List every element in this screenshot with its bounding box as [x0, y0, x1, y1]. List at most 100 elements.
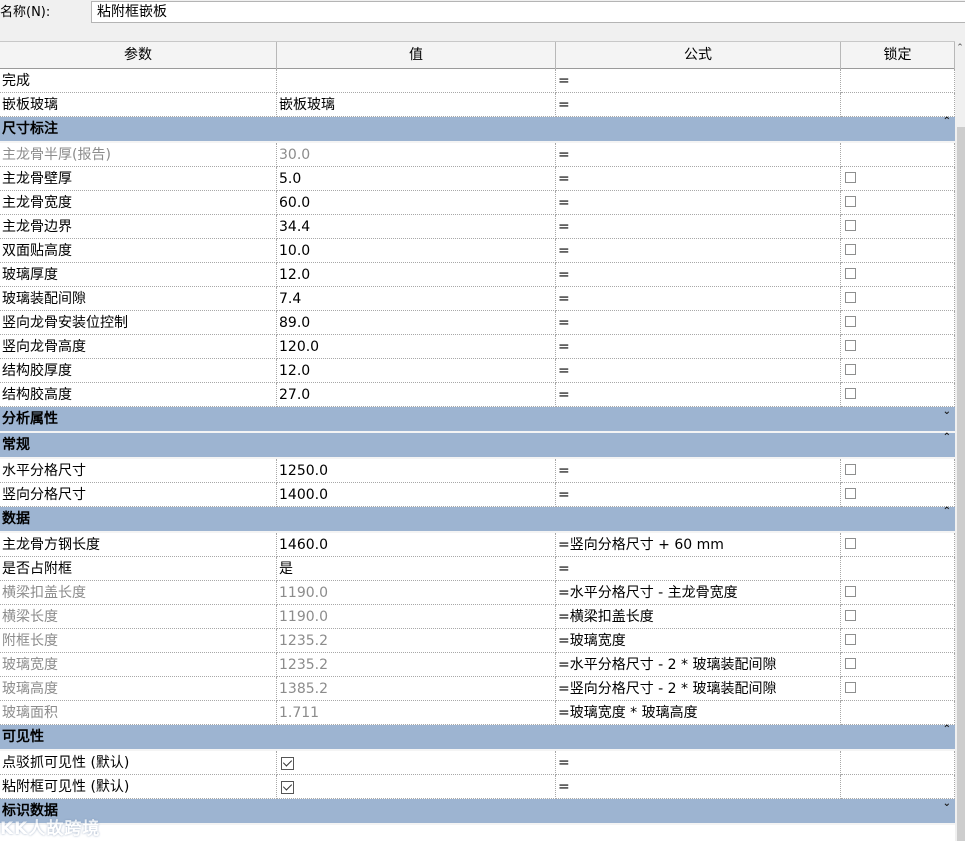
- group-header[interactable]: 分析属性 ⌄: [0, 405, 955, 433]
- lock-checkbox[interactable]: [845, 220, 856, 231]
- param-value-cell[interactable]: 是: [277, 557, 556, 581]
- formula-cell[interactable]: =横梁扣盖长度: [556, 605, 841, 629]
- lock-cell[interactable]: [841, 533, 955, 557]
- lock-checkbox[interactable]: [845, 292, 856, 303]
- formula-cell[interactable]: =竖向分格尺寸 + 60 mm: [556, 533, 841, 557]
- formula-cell[interactable]: =水平分格尺寸 - 2 * 玻璃装配间隙: [556, 653, 841, 677]
- group-header[interactable]: 标识数据 ⌄: [0, 797, 955, 825]
- param-value-cell[interactable]: [277, 69, 556, 93]
- lock-cell[interactable]: [841, 335, 955, 359]
- chevron-up-icon[interactable]: ⌃: [943, 431, 951, 445]
- lock-cell[interactable]: [841, 359, 955, 383]
- lock-checkbox[interactable]: [845, 464, 856, 475]
- lock-cell[interactable]: [841, 311, 955, 335]
- formula-cell[interactable]: =: [556, 69, 841, 93]
- lock-cell[interactable]: [841, 629, 955, 653]
- lock-checkbox[interactable]: [845, 364, 856, 375]
- param-value-cell[interactable]: 7.4: [277, 287, 556, 311]
- param-value-cell[interactable]: 10.0: [277, 239, 556, 263]
- formula-cell[interactable]: =: [556, 383, 841, 407]
- lock-checkbox[interactable]: [845, 196, 856, 207]
- lock-cell[interactable]: [841, 483, 955, 507]
- group-header[interactable]: 常规 ⌃: [0, 431, 955, 459]
- param-value-cell[interactable]: [277, 751, 556, 775]
- header-value[interactable]: 值: [277, 42, 556, 69]
- formula-cell[interactable]: =: [556, 287, 841, 311]
- header-param[interactable]: 参数: [0, 42, 277, 69]
- param-value-cell[interactable]: 1.711: [277, 701, 556, 725]
- lock-checkbox[interactable]: [845, 586, 856, 597]
- chevron-down-icon[interactable]: ⌄: [943, 797, 951, 811]
- lock-checkbox[interactable]: [845, 340, 856, 351]
- param-value-cell[interactable]: 5.0: [277, 167, 556, 191]
- param-value-cell[interactable]: 嵌板玻璃: [277, 93, 556, 117]
- param-value-cell[interactable]: 1235.2: [277, 653, 556, 677]
- param-value-cell[interactable]: 34.4: [277, 215, 556, 239]
- formula-cell[interactable]: =: [556, 335, 841, 359]
- formula-cell[interactable]: =玻璃宽度 * 玻璃高度: [556, 701, 841, 725]
- group-header[interactable]: 尺寸标注 ⌃: [0, 115, 955, 143]
- formula-cell[interactable]: =: [556, 167, 841, 191]
- chevron-up-icon[interactable]: ⌃: [943, 115, 951, 129]
- value-checkbox[interactable]: [281, 781, 294, 794]
- chevron-up-icon[interactable]: ⌃: [943, 723, 951, 737]
- lock-cell[interactable]: [841, 167, 955, 191]
- chevron-up-icon[interactable]: ⌃: [943, 505, 951, 519]
- param-value-cell[interactable]: 120.0: [277, 335, 556, 359]
- lock-checkbox[interactable]: [845, 538, 856, 549]
- lock-checkbox[interactable]: [845, 172, 856, 183]
- formula-cell[interactable]: =: [556, 263, 841, 287]
- param-value-cell[interactable]: [277, 775, 556, 799]
- lock-cell[interactable]: [841, 677, 955, 701]
- param-value-cell[interactable]: 1400.0: [277, 483, 556, 507]
- param-value-cell[interactable]: 27.0: [277, 383, 556, 407]
- formula-cell[interactable]: =: [556, 483, 841, 507]
- formula-cell[interactable]: =: [556, 311, 841, 335]
- formula-cell[interactable]: =: [556, 459, 841, 483]
- param-value-cell[interactable]: 89.0: [277, 311, 556, 335]
- scrollbar-thumb[interactable]: [957, 127, 965, 841]
- header-formula[interactable]: 公式: [556, 42, 841, 69]
- lock-cell[interactable]: [841, 653, 955, 677]
- scroll-up-icon[interactable]: ⌃: [955, 41, 965, 55]
- param-value-cell[interactable]: 1460.0: [277, 533, 556, 557]
- formula-cell[interactable]: =水平分格尺寸 - 主龙骨宽度: [556, 581, 841, 605]
- param-value-cell[interactable]: 1235.2: [277, 629, 556, 653]
- lock-cell[interactable]: [841, 605, 955, 629]
- lock-cell[interactable]: [841, 263, 955, 287]
- param-value-cell[interactable]: 1190.0: [277, 581, 556, 605]
- chevron-down-icon[interactable]: ⌄: [943, 405, 951, 419]
- lock-cell[interactable]: [841, 239, 955, 263]
- formula-cell[interactable]: =竖向分格尺寸 - 2 * 玻璃装配间隙: [556, 677, 841, 701]
- formula-cell[interactable]: =: [556, 775, 841, 799]
- lock-checkbox[interactable]: [845, 658, 856, 669]
- group-header[interactable]: 可见性 ⌃: [0, 723, 955, 751]
- name-input[interactable]: 粘附框嵌板: [91, 1, 965, 23]
- lock-cell[interactable]: [841, 287, 955, 311]
- param-value-cell[interactable]: 1190.0: [277, 605, 556, 629]
- param-value-cell[interactable]: 60.0: [277, 191, 556, 215]
- lock-checkbox[interactable]: [845, 634, 856, 645]
- vertical-scrollbar[interactable]: ⌃: [955, 41, 965, 841]
- formula-cell[interactable]: =: [556, 359, 841, 383]
- formula-cell[interactable]: =玻璃宽度: [556, 629, 841, 653]
- formula-cell[interactable]: =: [556, 215, 841, 239]
- value-checkbox[interactable]: [281, 757, 294, 770]
- lock-checkbox[interactable]: [845, 388, 856, 399]
- lock-checkbox[interactable]: [845, 610, 856, 621]
- formula-cell[interactable]: =: [556, 191, 841, 215]
- param-value-cell[interactable]: 1385.2: [277, 677, 556, 701]
- formula-cell[interactable]: =: [556, 143, 841, 167]
- lock-cell[interactable]: [841, 383, 955, 407]
- formula-cell[interactable]: =: [556, 239, 841, 263]
- param-value-cell[interactable]: 12.0: [277, 359, 556, 383]
- param-value-cell[interactable]: 30.0: [277, 143, 556, 167]
- lock-checkbox[interactable]: [845, 316, 856, 327]
- param-value-cell[interactable]: 1250.0: [277, 459, 556, 483]
- formula-cell[interactable]: =: [556, 557, 841, 581]
- lock-checkbox[interactable]: [845, 488, 856, 499]
- lock-checkbox[interactable]: [845, 244, 856, 255]
- param-value-cell[interactable]: 12.0: [277, 263, 556, 287]
- lock-checkbox[interactable]: [845, 268, 856, 279]
- lock-cell[interactable]: [841, 191, 955, 215]
